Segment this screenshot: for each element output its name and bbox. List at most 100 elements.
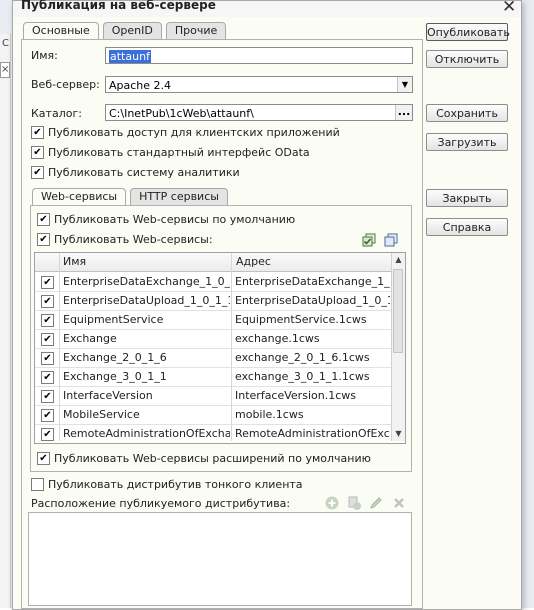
row-address-cell: EnterpriseDataExchange_1_... — [235, 275, 390, 288]
row-checkbox-icon[interactable]: ✔ — [41, 295, 54, 308]
checkbox-icon[interactable]: ✔ — [31, 126, 44, 139]
tab-other[interactable]: Прочие — [165, 22, 227, 39]
row-name-cell: EnterpriseDataUpload_1_0_1_1 — [63, 294, 230, 307]
table-row[interactable]: ✔ InterfaceVersion InterfaceVersion.1cws — [35, 386, 391, 406]
webserver-select[interactable]: Apache 2.4 ▼ — [105, 76, 413, 93]
publish-button[interactable]: Опубликовать — [426, 23, 510, 41]
column-name-header[interactable]: Имя — [59, 253, 86, 271]
row-checkbox-icon[interactable]: ✔ — [41, 276, 54, 289]
window-title: Публикация на веб-сервере — [21, 0, 216, 12]
catalog-input[interactable]: C:\InetPub\1cWeb\attaunf\ ... — [105, 104, 413, 121]
tab-http-services[interactable]: HTTP сервисы — [130, 188, 228, 205]
name-input[interactable]: attaunf — [105, 47, 413, 64]
checkbox-thin-client[interactable]: Публиковать дистрибутив тонкого клиента — [31, 478, 303, 491]
table-row[interactable]: ✔ EnterpriseDataUpload_1_0_1_1 EnterpriseD… — [35, 291, 391, 311]
delete-icon[interactable] — [391, 495, 407, 511]
uncheck-all-icon[interactable] — [383, 232, 399, 248]
load-button[interactable]: Загрузить — [426, 133, 508, 151]
tab-main[interactable]: Основные — [23, 22, 99, 40]
row-checkbox-icon[interactable]: ✔ — [41, 409, 54, 422]
browse-button[interactable]: ... — [395, 105, 412, 120]
row-checkbox-cell: ✔ — [35, 367, 59, 386]
tab-openid[interactable]: OpenID — [102, 22, 162, 39]
checkbox-icon[interactable]: ✔ — [37, 233, 50, 246]
row-checkbox-cell: ✔ — [35, 329, 59, 348]
table-row[interactable]: ✔ EnterpriseDataExchange_1_0_1... Enterpri… — [35, 272, 391, 292]
scroll-thumb[interactable] — [393, 269, 403, 353]
row-name-cell: Exchange_3_0_1_1 — [63, 370, 167, 383]
close-button[interactable]: Закрыть — [426, 189, 508, 207]
row-checkbox-cell: ✔ — [35, 310, 59, 329]
distrib-location-field[interactable] — [28, 512, 412, 606]
checkbox-icon[interactable]: ✔ — [37, 213, 50, 226]
edit-icon[interactable] — [368, 495, 384, 511]
close-icon[interactable]: ✕ — [502, 0, 516, 17]
row-checkbox-icon[interactable]: ✔ — [41, 390, 54, 403]
row-name-cell: RemoteAdministrationOfExchange — [63, 427, 230, 440]
row-checkbox-icon[interactable]: ✔ — [41, 371, 54, 384]
table-row[interactable]: ✔ MobileService mobile.1cws — [35, 405, 391, 425]
row-checkbox-cell: ✔ — [35, 291, 59, 310]
row-address-cell: EnterpriseDataUpload_1_0_1... — [235, 294, 390, 307]
column-address-header[interactable]: Адрес — [232, 253, 271, 271]
check-all-icon[interactable] — [361, 232, 377, 248]
main-tabs: Основные OpenID Прочие — [23, 22, 230, 40]
row-name-cell: Exchange_2_0_1_6 — [63, 351, 167, 364]
row-name-cell: MobileService — [63, 408, 140, 421]
disable-button[interactable]: Отключить — [426, 50, 508, 68]
row-checkbox-cell: ✔ — [35, 424, 59, 443]
checkbox-analytics[interactable]: ✔ Публиковать систему аналитики — [31, 166, 240, 179]
background-close-icon[interactable]: × — [0, 62, 10, 78]
row-name-cell: InterfaceVersion — [63, 389, 153, 402]
scroll-up-icon[interactable]: ▲ — [392, 253, 405, 267]
table-row[interactable]: ✔ EquipmentService EquipmentService.1cws — [35, 310, 391, 330]
inner-tabs: Web-сервисы HTTP сервисы — [32, 188, 232, 206]
row-address-cell: EquipmentService.1cws — [235, 313, 367, 326]
copy-icon[interactable] — [346, 495, 362, 511]
catalog-label: Каталог: — [31, 107, 82, 120]
webserver-label: Веб-сервер: — [31, 78, 100, 91]
distrib-location-label: Расположение публикуемого дистрибутива: — [31, 497, 291, 510]
checkbox-ws-extensions[interactable]: ✔ Публиковать Web-сервисы расширений по у… — [37, 452, 371, 465]
title-bar: Публикация на веб-сервере ✕ — [13, 0, 521, 17]
table-row[interactable]: ✔ RemoteAdministrationOfExchange RemoteAdm… — [35, 424, 391, 443]
row-checkbox-cell: ✔ — [35, 348, 59, 367]
row-address-cell: mobile.1cws — [235, 408, 304, 421]
row-address-cell: RemoteAdministrationOfExch... — [235, 427, 390, 440]
table-row[interactable]: ✔ Exchange_3_0_1_1 exchange_3_0_1_1.1cws — [35, 367, 391, 387]
row-checkbox-cell: ✔ — [35, 405, 59, 424]
chevron-down-icon[interactable]: ▼ — [397, 77, 412, 92]
row-checkbox-icon[interactable]: ✔ — [41, 352, 54, 365]
row-name-cell: Exchange — [63, 332, 117, 345]
table-scrollbar[interactable]: ▲ ▼ — [391, 253, 405, 441]
row-address-cell: exchange.1cws — [235, 332, 320, 345]
checkbox-icon[interactable]: ✔ — [37, 452, 50, 465]
help-button[interactable]: Справка — [426, 218, 508, 236]
row-address-cell: InterfaceVersion.1cws — [235, 389, 356, 402]
name-label: Имя: — [31, 49, 58, 62]
row-checkbox-icon[interactable]: ✔ — [41, 428, 54, 441]
checkbox-ws-default[interactable]: ✔ Публиковать Web-сервисы по умолчанию — [37, 213, 295, 226]
row-checkbox-icon[interactable]: ✔ — [41, 333, 54, 346]
table-header: Имя Адрес — [35, 253, 391, 272]
checkbox-odata[interactable]: ✔ Публиковать стандартный интерфейс OData — [31, 146, 310, 159]
row-checkbox-cell: ✔ — [35, 272, 59, 291]
table-row[interactable]: ✔ Exchange exchange.1cws — [35, 329, 391, 349]
checkbox-icon[interactable] — [31, 478, 44, 491]
checkbox-ws-publish[interactable]: ✔ Публиковать Web-сервисы: — [37, 233, 213, 246]
scroll-down-icon[interactable]: ▼ — [392, 427, 405, 441]
row-name-cell: EquipmentService — [63, 313, 164, 326]
tab-web-services[interactable]: Web-сервисы — [32, 188, 127, 206]
checkbox-icon[interactable]: ✔ — [31, 146, 44, 159]
row-checkbox-icon[interactable]: ✔ — [41, 314, 54, 327]
row-address-cell: exchange_2_0_1_6.1cws — [235, 351, 370, 364]
save-button[interactable]: Сохранить — [426, 104, 508, 122]
add-icon[interactable] — [324, 495, 340, 511]
web-services-table: Имя Адрес ✔ EnterpriseDataExchange_1_0_1.… — [34, 252, 406, 444]
row-address-cell: exchange_3_0_1_1.1cws — [235, 370, 370, 383]
checkbox-icon[interactable]: ✔ — [31, 166, 44, 179]
table-row[interactable]: ✔ Exchange_2_0_1_6 exchange_2_0_1_6.1cws — [35, 348, 391, 368]
row-name-cell: EnterpriseDataExchange_1_0_1... — [63, 275, 230, 288]
checkbox-client-access[interactable]: ✔ Публиковать доступ для клиентских прило… — [31, 126, 340, 139]
row-checkbox-cell: ✔ — [35, 386, 59, 405]
